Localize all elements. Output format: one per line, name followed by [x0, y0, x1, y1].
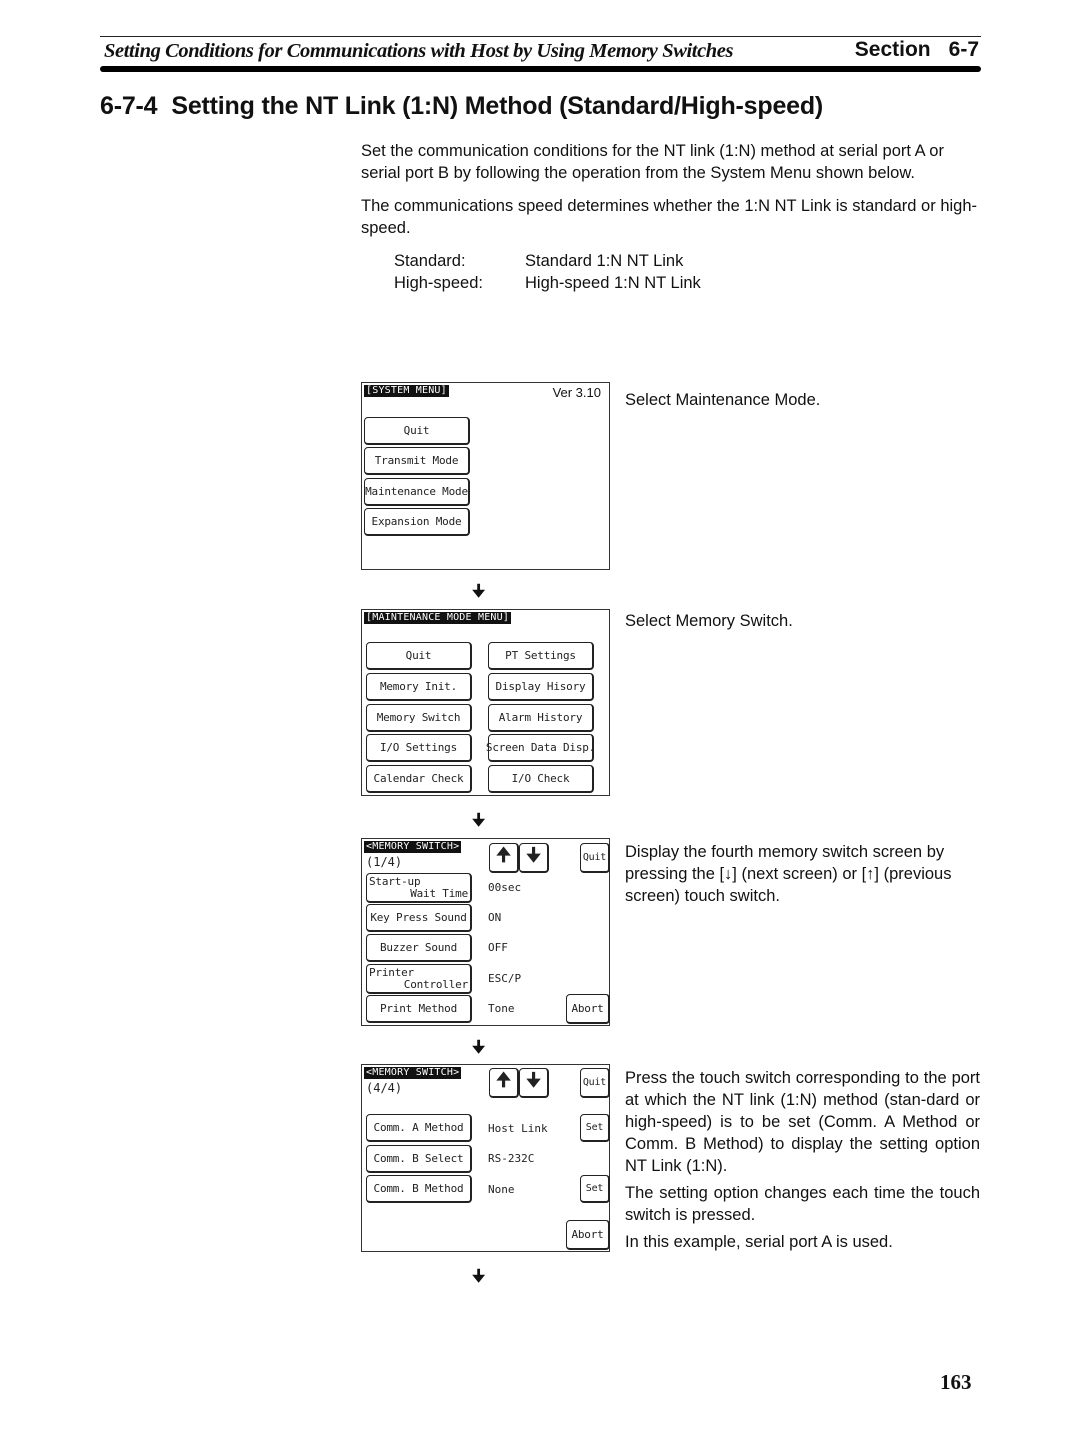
comm-b-method-value: None [488, 1183, 515, 1196]
print-method-value: Tone [488, 1002, 515, 1015]
comm-a-method-value: Host Link [488, 1122, 548, 1135]
memory-switch-screen-1: <MEMORY SWITCH> (1/4) 🠉 🠋 Quit Start-up … [361, 838, 610, 1026]
comm-b-select-value: RS-232C [488, 1152, 535, 1165]
section-word: Section [854, 38, 931, 61]
arrow-down-icon: 🠋 [526, 1069, 541, 1091]
quit-button[interactable]: Quit [364, 417, 470, 445]
startup-wait-time-button[interactable]: Start-up Wait Time [366, 873, 472, 903]
comm-b-method-button[interactable]: Comm. B Method [366, 1175, 472, 1203]
alarm-history-button[interactable]: Alarm History [488, 704, 594, 732]
comm-a-method-button[interactable]: Comm. A Method [366, 1114, 472, 1142]
step-4-caption-1: Press the touch switch corresponding to … [625, 1069, 980, 1175]
calendar-check-button[interactable]: Calendar Check [366, 765, 472, 793]
abort-button[interactable]: Abort [566, 1220, 610, 1250]
definition-term: Standard: [394, 252, 466, 270]
comm-b-set-button[interactable]: Set [580, 1175, 610, 1203]
print-method-button[interactable]: Print Method [366, 995, 472, 1023]
page-indicator: (4/4) [366, 1081, 403, 1095]
flow-down-arrow-icon: 🠋 [472, 1266, 486, 1285]
page-number: 163 [940, 1370, 972, 1394]
running-header-title: Setting Conditions for Communications wi… [104, 40, 734, 62]
maintenance-menu-screen: [MAINTENANCE MODE MENU] Quit Memory Init… [361, 609, 610, 796]
step-4-caption-2: The setting option changes each time the… [625, 1184, 980, 1224]
printer-controller-button[interactable]: Printer Controller [366, 964, 472, 994]
quit-button[interactable]: Quit [580, 1068, 610, 1098]
screen-title: <MEMORY SWITCH> [364, 1067, 462, 1079]
buzzer-sound-value: OFF [488, 941, 508, 954]
heading-title: Setting the NT Link (1:N) Method (Standa… [171, 92, 824, 120]
screen-title: <MEMORY SWITCH> [364, 841, 462, 853]
up-arrow-button[interactable]: 🠉 [489, 843, 519, 873]
header-rule [100, 66, 981, 72]
memory-switch-button[interactable]: Memory Switch [366, 704, 472, 732]
quit-button[interactable]: Quit [580, 843, 610, 873]
running-header: Setting Conditions for Communications wi… [100, 36, 981, 64]
version-label: Ver 3.10 [552, 385, 601, 400]
maintenance-mode-button[interactable]: Maintenance Mode [364, 478, 470, 506]
up-arrow-button[interactable]: 🠉 [489, 1068, 519, 1098]
startup-wait-time-value: 00sec [488, 881, 522, 894]
key-press-sound-value: ON [488, 911, 502, 924]
key-press-sound-button[interactable]: Key Press Sound [366, 904, 472, 932]
memory-init-button[interactable]: Memory Init. [366, 673, 472, 701]
printer-controller-value: ESC/P [488, 972, 522, 985]
definition-desc: Standard 1:N NT Link [525, 252, 684, 270]
flow-down-arrow-icon: 🠋 [472, 581, 486, 600]
io-check-button[interactable]: I/O Check [488, 765, 594, 793]
comm-b-select-button[interactable]: Comm. B Select [366, 1145, 472, 1173]
quit-button[interactable]: Quit [366, 642, 472, 670]
arrow-up-icon: 🠉 [496, 844, 511, 866]
arrow-up-icon: 🠉 [496, 1069, 511, 1091]
definition-desc: High-speed 1:N NT Link [525, 274, 701, 292]
expansion-mode-button[interactable]: Expansion Mode [364, 508, 470, 536]
step-1-caption: Select Maintenance Mode. [625, 391, 821, 409]
pt-settings-button[interactable]: PT Settings [488, 642, 594, 670]
definition-term: High-speed: [394, 274, 483, 292]
screen-data-disp-button[interactable]: Screen Data Disp. [486, 734, 595, 762]
section-label: Section 6-7 [855, 38, 979, 62]
display-history-button[interactable]: Display Hisory [488, 673, 594, 701]
arrow-down-icon: 🠋 [526, 844, 541, 866]
definition-row: High-speed: High-speed 1:N NT Link [394, 272, 701, 294]
intro-paragraph-2: The communications speed determines whet… [361, 197, 978, 237]
step-3-caption: Display the fourth memory switch screen … [625, 843, 952, 905]
down-arrow-button[interactable]: 🠋 [519, 843, 549, 873]
step-2-caption: Select Memory Switch. [625, 612, 793, 630]
buzzer-sound-button[interactable]: Buzzer Sound [366, 934, 472, 962]
screen-title: [MAINTENANCE MODE MENU] [364, 612, 512, 624]
screen-title: [SYSTEM MENU] [364, 385, 449, 397]
page-indicator: (1/4) [366, 855, 403, 869]
comm-a-set-button[interactable]: Set [580, 1114, 610, 1142]
transmit-mode-button[interactable]: Transmit Mode [364, 447, 470, 475]
heading-number: 6-7-4 [100, 92, 158, 120]
definition-row: Standard: Standard 1:N NT Link [394, 250, 701, 272]
section-heading: 6-7-4 Setting the NT Link (1:N) Method (S… [100, 92, 823, 121]
intro-paragraph-1: Set the communication conditions for the… [361, 142, 944, 182]
down-arrow-button[interactable]: 🠋 [519, 1068, 549, 1098]
io-settings-button[interactable]: I/O Settings [366, 734, 472, 762]
abort-button[interactable]: Abort [566, 994, 610, 1024]
button-label-line-2: Wait Time [410, 887, 468, 900]
button-label-line-2: Controller [403, 978, 468, 991]
flow-down-arrow-icon: 🠋 [472, 810, 486, 829]
step-4-caption-3: In this example, serial port A is used. [625, 1233, 893, 1251]
system-menu-screen: [SYSTEM MENU] Ver 3.10 Quit Transmit Mod… [361, 382, 610, 570]
definition-list: Standard: Standard 1:N NT Link High-spee… [394, 250, 701, 294]
section-number: 6-7 [948, 38, 979, 61]
flow-down-arrow-icon: 🠋 [472, 1037, 486, 1056]
memory-switch-screen-4: <MEMORY SWITCH> (4/4) 🠉 🠋 Quit Comm. A M… [361, 1064, 610, 1252]
